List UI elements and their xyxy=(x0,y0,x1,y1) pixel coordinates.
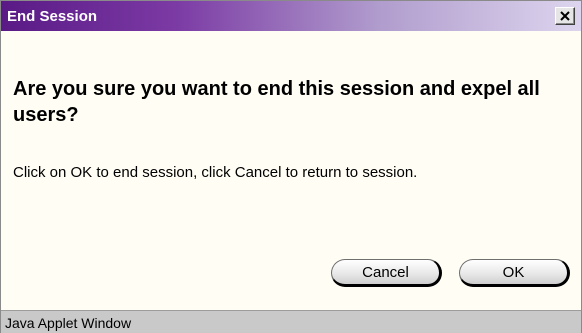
status-bar-text: Java Applet Window xyxy=(5,315,132,331)
cancel-button[interactable]: Cancel xyxy=(331,259,442,287)
window-title: End Session xyxy=(7,8,98,25)
status-bar: Java Applet Window xyxy=(1,310,581,333)
title-bar[interactable]: End Session xyxy=(1,1,581,31)
close-icon xyxy=(560,11,570,21)
end-session-dialog: End Session Are you sure you want to end… xyxy=(0,0,582,333)
confirmation-question: Are you sure you want to end this sessio… xyxy=(13,78,540,126)
ok-button[interactable]: OK xyxy=(459,259,570,287)
close-button[interactable] xyxy=(555,7,575,25)
instruction-text: Click on OK to end session, click Cancel… xyxy=(13,164,418,181)
